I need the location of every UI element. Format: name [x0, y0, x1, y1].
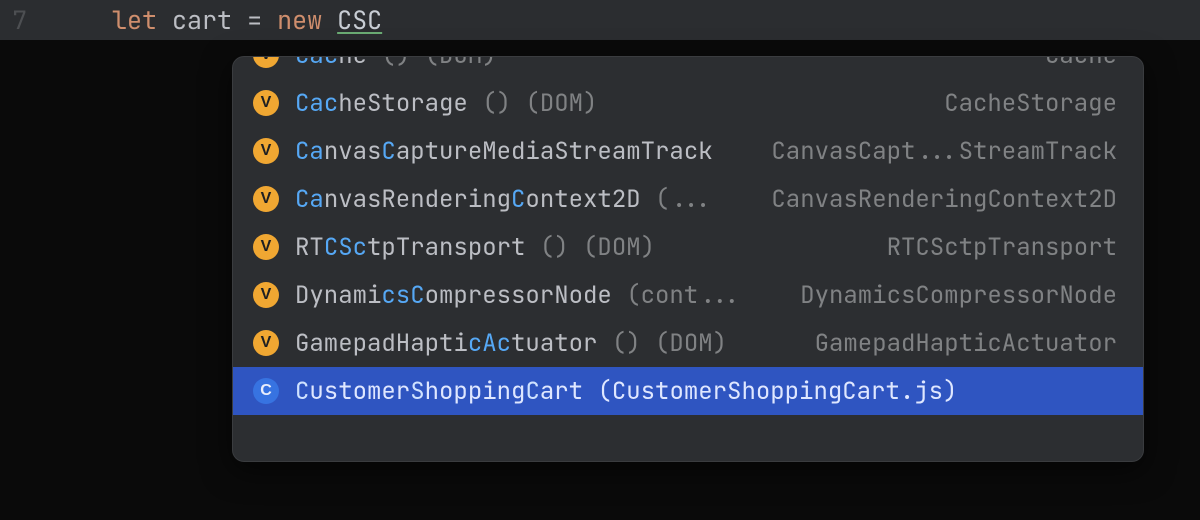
variable-icon: V	[253, 330, 279, 356]
token-eq: =	[247, 3, 262, 37]
completion-item[interactable]: V CanvasCaptureMediaStreamTrack CanvasCapt…	[233, 127, 1143, 175]
variable-icon: V	[253, 186, 279, 212]
token-typed: CSC	[337, 3, 382, 37]
completion-item[interactable]: V GamepadHapticActuator () (DOM) GamepadHa…	[233, 319, 1143, 367]
completion-origin: CanvasCapt...StreamTrack	[771, 136, 1117, 167]
completion-label: CanvasRenderingContext2D (...	[295, 184, 713, 215]
completion-origin: CacheStorage	[944, 88, 1117, 119]
completion-item[interactable]: V CacheStorage () (DOM) CacheStorage	[233, 79, 1143, 127]
completion-label: CacheStorage () (DOM)	[295, 88, 597, 119]
completion-label: RTCSctpTransport () (DOM)	[295, 232, 655, 263]
completion-label: CustomerShoppingCart (CustomerShoppingCa…	[295, 376, 957, 407]
class-icon: C	[253, 378, 279, 404]
completion-item[interactable]: V CanvasRenderingContext2D (... CanvasRend…	[233, 175, 1143, 223]
completion-list: V Cache () (DOM) Cache V CacheStorage () (DO…	[233, 56, 1143, 415]
token-new: new	[277, 3, 322, 37]
completion-origin: DynamicsCompressorNode	[800, 280, 1117, 311]
completion-origin: Cache	[1045, 56, 1117, 71]
line-number: 7	[10, 3, 52, 37]
variable-icon: V	[253, 56, 279, 68]
variable-icon: V	[253, 234, 279, 260]
completion-item[interactable]: V Cache () (DOM) Cache	[233, 56, 1143, 79]
completion-origin: RTCSctpTransport	[887, 232, 1117, 263]
completion-label: GamepadHapticActuator () (DOM)	[295, 328, 727, 359]
completion-popup[interactable]: V Cache () (DOM) Cache V CacheStorage () (DO…	[232, 56, 1144, 462]
completion-label: DynamicsCompressorNode (cont...	[295, 280, 741, 311]
variable-icon: V	[253, 90, 279, 116]
completion-origin: CanvasRenderingContext2D	[771, 184, 1117, 215]
token-ident: cart	[172, 3, 232, 37]
completion-item[interactable]: C CustomerShoppingCart (CustomerShoppingC…	[233, 367, 1143, 415]
variable-icon: V	[253, 282, 279, 308]
completion-label: Cache () (DOM)	[295, 56, 497, 71]
completion-label: CanvasCaptureMediaStreamTrack	[295, 136, 713, 167]
code-line[interactable]: 7 let cart = new CSC	[0, 0, 1200, 40]
variable-icon: V	[253, 138, 279, 164]
completion-item[interactable]: V RTCSctpTransport () (DOM) RTCSctpTranspo…	[233, 223, 1143, 271]
completion-origin: GamepadHapticActuator	[815, 328, 1117, 359]
completion-item[interactable]: V DynamicsCompressorNode (cont... Dynamics…	[233, 271, 1143, 319]
token-let: let	[112, 3, 157, 37]
